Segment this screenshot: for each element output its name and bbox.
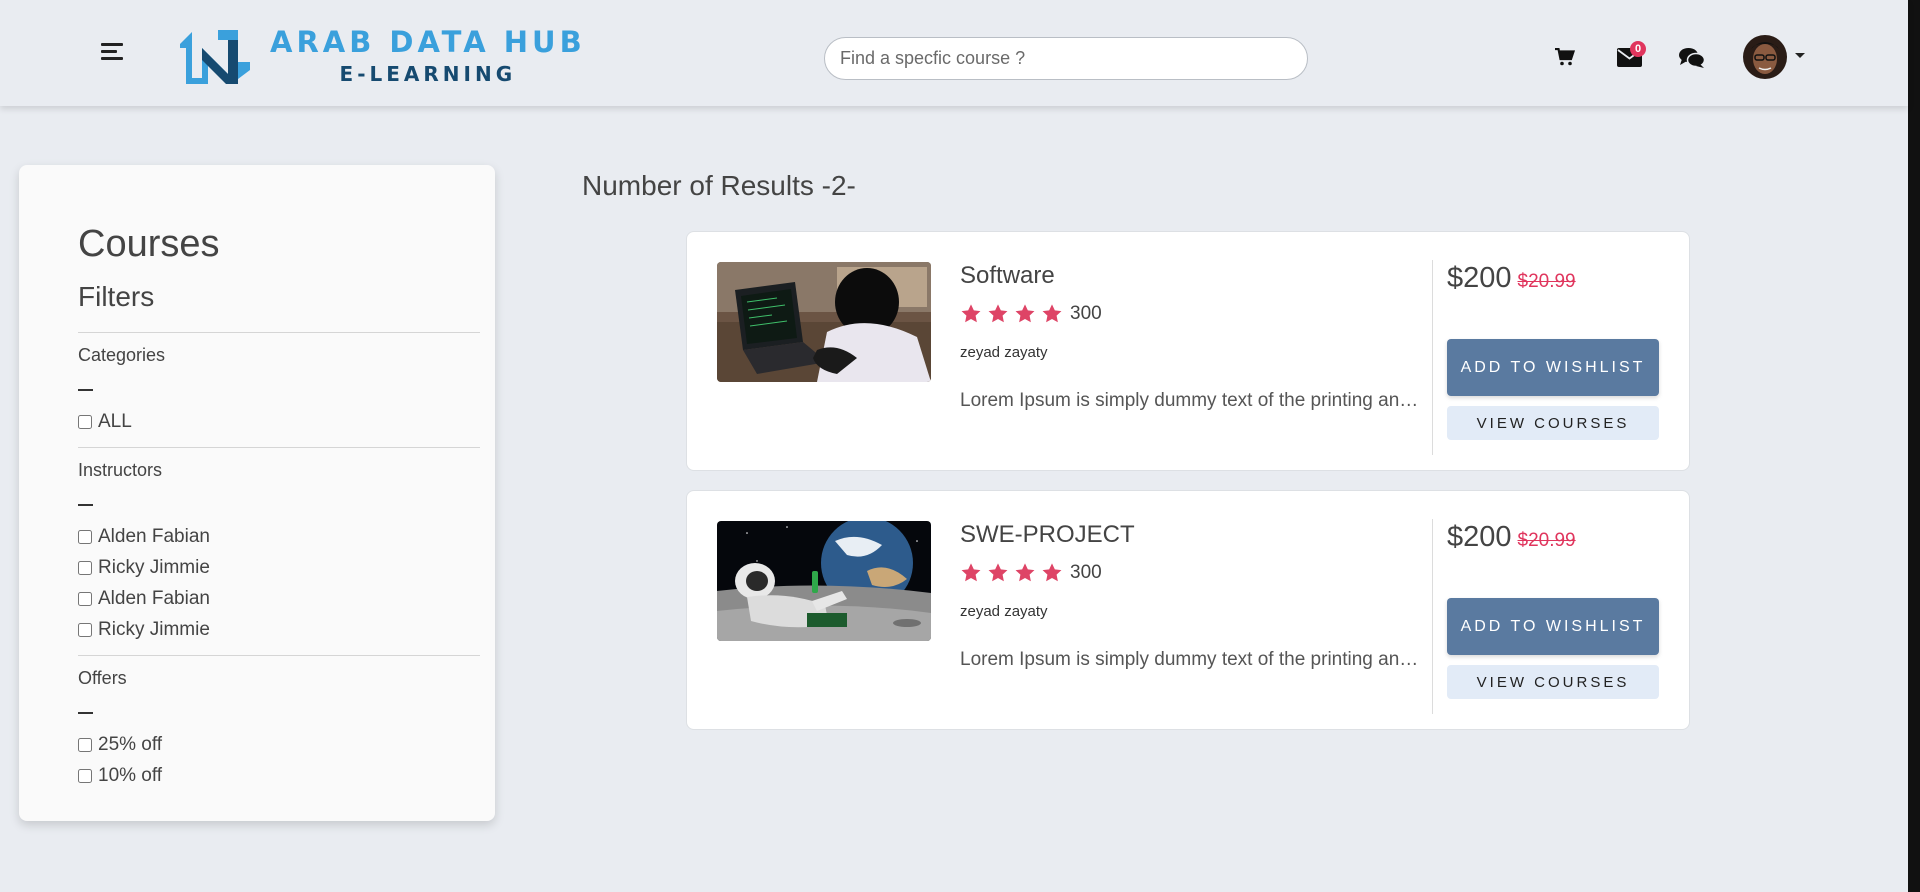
star-icon <box>988 304 1008 323</box>
window-edge <box>1908 0 1920 892</box>
results-count: Number of Results -2- <box>582 170 856 201</box>
course-card: SWE-PROJECT 300 zeyad zayaty Lorem Ipsum… <box>686 490 1690 730</box>
checkbox[interactable] <box>78 623 92 637</box>
checkbox[interactable] <box>78 769 92 783</box>
instructor-name: zeyad zayaty <box>960 603 1048 620</box>
star-icon <box>1042 563 1062 582</box>
logo[interactable]: ARAB DATA HUB E-LEARNING <box>178 25 586 86</box>
logo-title: ARAB DATA HUB <box>270 25 586 59</box>
star-icon <box>988 563 1008 582</box>
course-thumbnail[interactable] <box>717 262 931 382</box>
add-to-wishlist-button[interactable]: ADD TO WISHLIST <box>1447 598 1659 655</box>
checkbox[interactable] <box>78 530 92 544</box>
filter-option-label: Ricky Jimmie <box>98 619 210 640</box>
collapse-dash-icon[interactable] <box>78 504 93 506</box>
checkbox[interactable] <box>78 738 92 752</box>
instructors-label: Instructors <box>78 460 163 480</box>
collapse-dash-icon[interactable] <box>78 712 93 714</box>
filter-option-instructor[interactable]: Alden Fabian <box>78 526 210 548</box>
filter-option-instructor[interactable]: Alden Fabian <box>78 588 210 610</box>
add-to-wishlist-button[interactable]: ADD TO WISHLIST <box>1447 339 1659 396</box>
view-courses-button[interactable]: VIEW COURSES <box>1447 665 1659 699</box>
rating-count: 300 <box>1070 562 1102 583</box>
top-navbar: ARAB DATA HUB E-LEARNING 0 <box>0 0 1908 106</box>
price: $200 $20.99 <box>1447 262 1576 295</box>
course-description: Lorem Ipsum is simply dummy text of the … <box>960 649 1420 670</box>
rating-count: 300 <box>1070 303 1102 324</box>
course-title[interactable]: Software <box>960 262 1055 290</box>
filter-option-label: ALL <box>98 411 132 432</box>
filters-sidebar: Courses Filters Categories ALL Instructo… <box>19 165 495 821</box>
filter-option-label: Alden Fabian <box>98 526 210 547</box>
filter-option-label: Ricky Jimmie <box>98 557 210 578</box>
sidebar-subtitle: Filters <box>78 281 155 312</box>
logo-mark-icon <box>180 30 250 84</box>
star-icon <box>1015 563 1035 582</box>
divider <box>78 332 480 333</box>
search-input[interactable] <box>824 37 1308 80</box>
divider <box>1432 519 1433 714</box>
star-icon <box>961 563 981 582</box>
chat-icon[interactable] <box>1679 47 1705 69</box>
star-icon <box>961 304 981 323</box>
sidebar-title: Courses <box>78 223 220 265</box>
star-icon <box>1015 304 1035 323</box>
checkbox[interactable] <box>78 561 92 575</box>
star-icon <box>1042 304 1062 323</box>
logo-subtitle: E-LEARNING <box>339 62 517 86</box>
instructor-name: zeyad zayaty <box>960 344 1048 361</box>
divider <box>1432 260 1433 455</box>
filter-option-label: 10% off <box>98 765 163 786</box>
course-description: Lorem Ipsum is simply dummy text of the … <box>960 390 1420 411</box>
filter-option-label: 25% off <box>98 734 163 755</box>
checkbox[interactable] <box>78 415 92 429</box>
current-price: $200 <box>1447 521 1512 553</box>
caret-down-icon[interactable] <box>1795 53 1805 58</box>
divider <box>78 655 480 656</box>
cart-icon[interactable] <box>1555 48 1575 66</box>
rating-stars: 300 <box>960 562 1102 584</box>
course-card: Software 300 zeyad zayaty Lorem Ipsum is… <box>686 231 1690 471</box>
filter-option-all[interactable]: ALL <box>78 411 132 433</box>
message-count-badge: 0 <box>1630 41 1646 57</box>
offers-label: Offers <box>78 668 127 688</box>
filter-option-offer[interactable]: 10% off <box>78 765 162 787</box>
course-thumbnail[interactable] <box>717 521 931 641</box>
course-title[interactable]: SWE-PROJECT <box>960 521 1135 549</box>
filter-option-instructor[interactable]: Ricky Jimmie <box>78 619 210 641</box>
view-courses-button[interactable]: VIEW COURSES <box>1447 406 1659 440</box>
old-price: $20.99 <box>1517 530 1576 551</box>
collapse-dash-icon[interactable] <box>78 389 93 391</box>
avatar[interactable] <box>1743 35 1787 79</box>
checkbox[interactable] <box>78 592 92 606</box>
current-price: $200 <box>1447 262 1512 294</box>
rating-stars: 300 <box>960 303 1102 325</box>
menu-icon[interactable] <box>101 43 123 61</box>
price: $200 $20.99 <box>1447 521 1576 554</box>
categories-label: Categories <box>78 345 166 365</box>
filter-option-label: Alden Fabian <box>98 588 210 609</box>
divider <box>78 447 480 448</box>
old-price: $20.99 <box>1517 271 1576 292</box>
filter-option-offer[interactable]: 25% off <box>78 734 162 756</box>
filter-option-instructor[interactable]: Ricky Jimmie <box>78 557 210 579</box>
